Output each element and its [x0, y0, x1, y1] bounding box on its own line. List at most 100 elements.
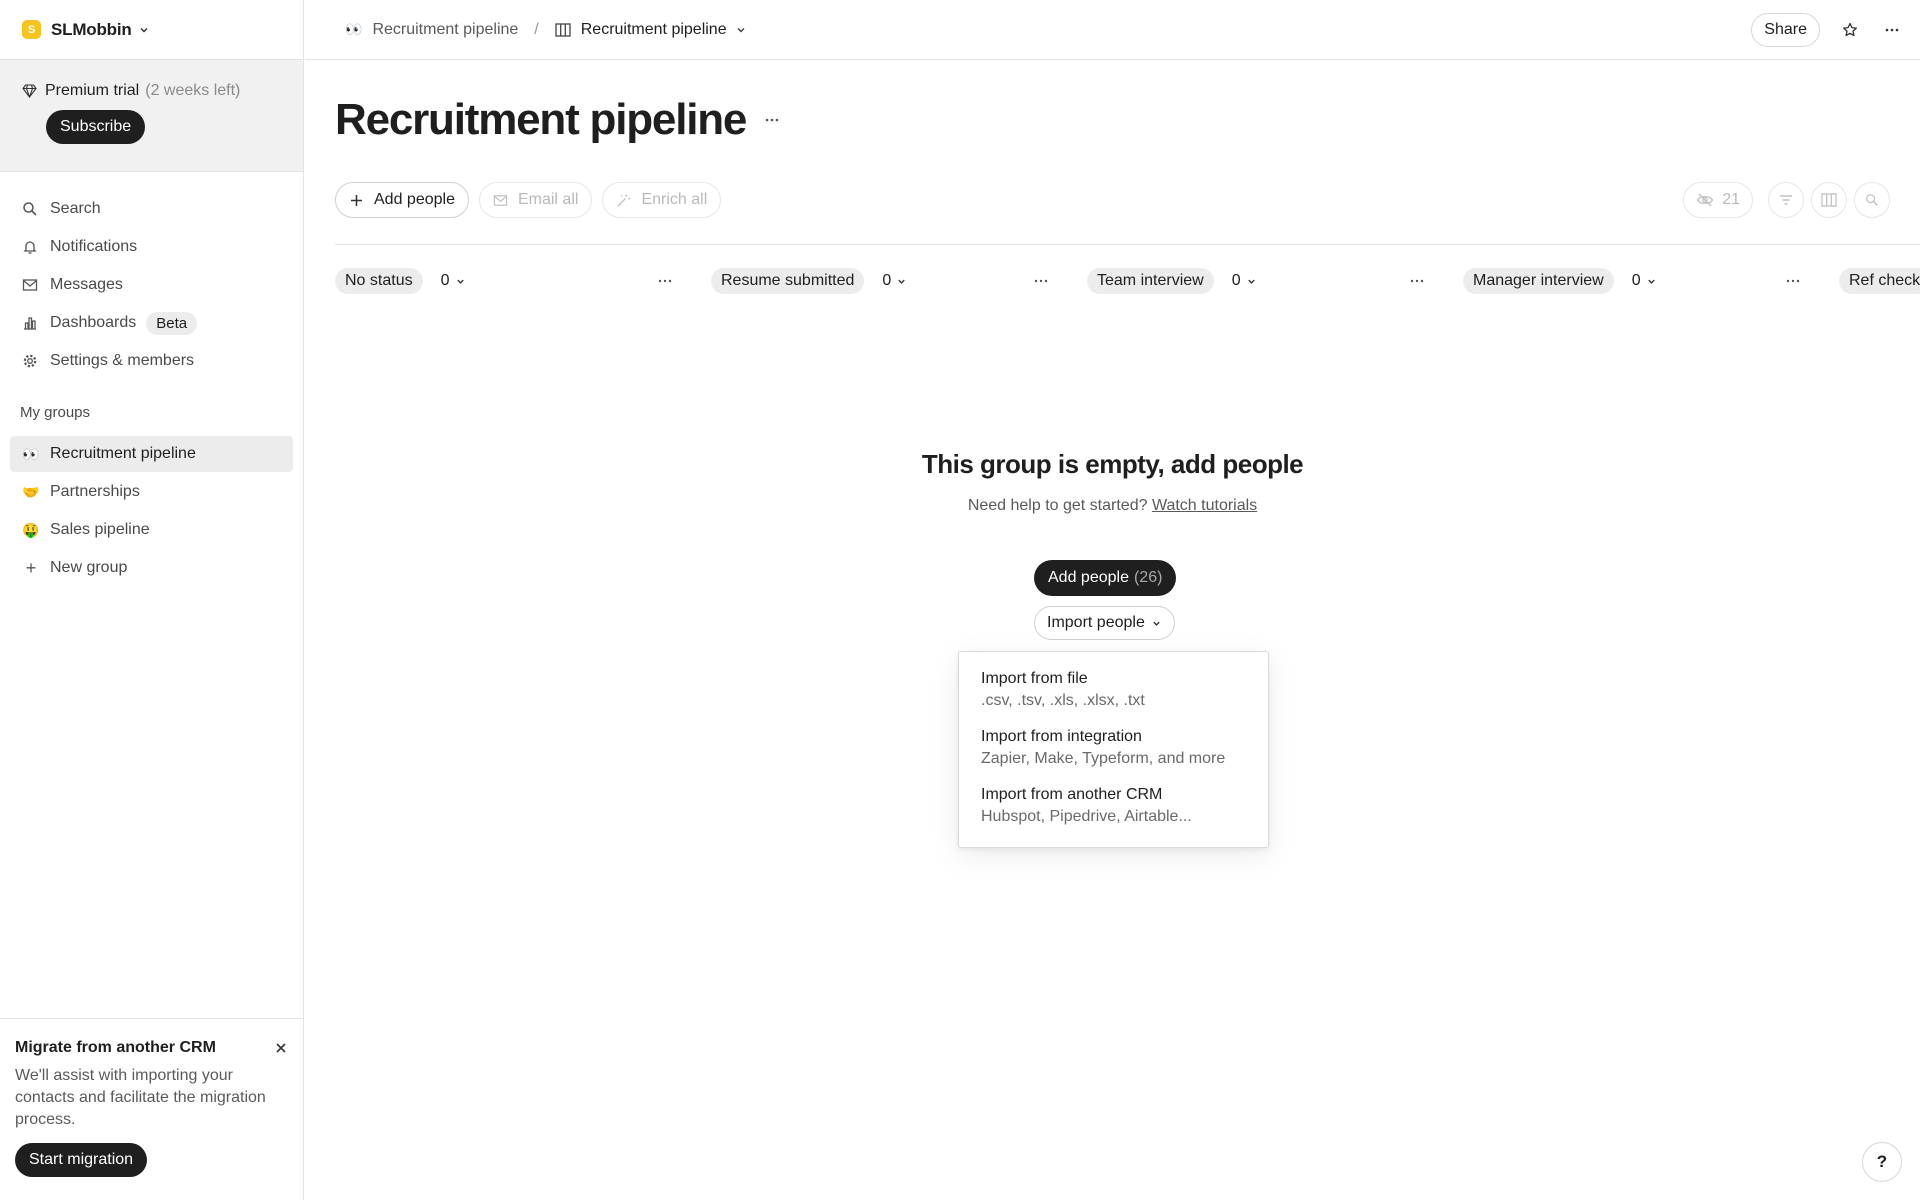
help-text: Need help to get started? — [967, 497, 1148, 514]
new-group-label: New group — [50, 559, 128, 576]
column-count[interactable]: 0 — [1632, 272, 1657, 290]
chevron-down-icon — [1646, 276, 1657, 287]
migrate-title: Migrate from another CRM — [15, 1039, 216, 1056]
status-pill[interactable]: Resume submitted — [711, 268, 865, 294]
columns-icon[interactable] — [1811, 182, 1847, 218]
sidebar-item-recruitment-pipeline[interactable]: 👀 Recruitment pipeline — [10, 436, 293, 472]
board-columns: No status 0 Resume submitted 0 Team inte… — [335, 264, 1920, 298]
status-pill[interactable]: No status — [335, 268, 423, 294]
plus-icon — [349, 193, 364, 208]
workspace-logo: S — [22, 20, 41, 39]
column-header-no-status: No status 0 — [335, 264, 466, 298]
view-switcher[interactable]: Recruitment pipeline — [555, 21, 747, 39]
chevron-down-icon — [735, 24, 747, 36]
trial-label: Premium trial — [45, 82, 140, 99]
help-button[interactable]: ? — [1862, 1142, 1902, 1182]
subscribe-button[interactable]: Subscribe — [46, 110, 146, 144]
menu-item-subtitle: Hubspot, Pipedrive, Airtable... — [981, 808, 1192, 825]
sidebar-item-sales-pipeline[interactable]: 🤑 Sales pipeline — [10, 512, 293, 548]
plus-icon: + — [25, 557, 37, 578]
sidebar-item-partnerships[interactable]: 🤝 Partnerships — [10, 474, 293, 510]
star-icon[interactable] — [1836, 16, 1864, 44]
group-label: Recruitment pipeline — [50, 445, 196, 462]
column-header-manager-interview: Manager interview 0 — [1463, 264, 1657, 298]
column-count[interactable]: 0 — [1232, 272, 1257, 290]
import-people-button[interactable]: Import people — [1034, 606, 1175, 640]
breadcrumb-group-label: Recruitment pipeline — [372, 20, 519, 38]
nav-item-settings[interactable]: Settings & members — [0, 342, 303, 380]
enrich-all-button[interactable]: Enrich all — [602, 182, 722, 218]
column-more-icon[interactable] — [1033, 273, 1049, 289]
status-pill[interactable]: Manager interview — [1463, 268, 1614, 294]
more-icon[interactable] — [1878, 16, 1906, 44]
add-people-toolbar-button[interactable]: Add people — [335, 182, 469, 218]
button-label: Add people — [1048, 569, 1129, 586]
mail-icon — [493, 193, 508, 208]
email-all-button[interactable]: Email all — [478, 182, 593, 218]
toolbar-divider — [335, 244, 1920, 245]
view-controls: 21 — [1683, 182, 1890, 218]
menu-item-import-crm[interactable]: Import from another CRM Hubspot, Pipedri… — [959, 784, 1268, 842]
menu-item-import-file[interactable]: Import from file .csv, .tsv, .xls, .xlsx… — [959, 668, 1268, 726]
close-icon[interactable] — [274, 1041, 288, 1055]
kanban-board-icon — [555, 22, 571, 37]
group-label: Partnerships — [50, 483, 140, 500]
menu-item-title: Import from file — [981, 670, 1088, 687]
hidden-fields-button[interactable]: 21 — [1683, 182, 1753, 218]
share-button[interactable]: Share — [1751, 13, 1820, 47]
button-label: Email all — [517, 191, 579, 208]
migrate-description: We'll assist with importing your contact… — [15, 1067, 266, 1128]
count-value: 0 — [1231, 272, 1241, 289]
column-header-ref-check: Ref check — [1839, 264, 1920, 298]
column-more-icon[interactable] — [1409, 273, 1425, 289]
filter-icon[interactable] — [1768, 182, 1804, 218]
top-actions: Share — [1751, 0, 1920, 60]
magic-wand-icon — [616, 193, 631, 208]
nav-item-search[interactable]: Search — [0, 190, 303, 228]
sidebar: S SLMobbin Premium trial (2 weeks left) … — [0, 0, 304, 1200]
my-groups-heading: My groups — [20, 404, 91, 421]
start-migration-button[interactable]: Start migration — [15, 1143, 148, 1177]
menu-item-subtitle: .csv, .tsv, .xls, .xlsx, .txt — [981, 692, 1145, 709]
nav-item-messages[interactable]: Messages — [0, 266, 303, 304]
empty-state-title: This group is empty, add people — [921, 449, 1304, 479]
column-more-icon[interactable] — [657, 273, 673, 289]
main-content: Recruitment pipeline Add people Email al… — [305, 61, 1920, 1200]
breadcrumb-separator: / — [534, 20, 539, 38]
button-label: Import people — [1047, 614, 1145, 631]
top-bar: 👀 Recruitment pipeline / Recruitment pip… — [305, 0, 1920, 60]
empty-state-help: Need help to get started? Watch tutorial… — [305, 497, 1920, 515]
eyes-icon: 👀 — [22, 445, 40, 462]
diamond-icon — [22, 84, 37, 98]
group-list: 👀 Recruitment pipeline 🤝 Partnerships 🤑 … — [0, 436, 303, 586]
new-group-button[interactable]: + New group — [10, 550, 293, 586]
page-title: Recruitment pipeline — [335, 95, 747, 144]
search-icon[interactable] — [1854, 182, 1890, 218]
menu-item-subtitle: Zapier, Make, Typeform, and more — [981, 750, 1226, 767]
column-more-icon[interactable] — [1785, 273, 1801, 289]
status-pill[interactable]: Team interview — [1087, 268, 1214, 294]
column-count[interactable]: 0 — [882, 272, 907, 290]
view-label: Recruitment pipeline — [580, 20, 727, 38]
menu-item-title: Import from another CRM — [981, 786, 1163, 803]
watch-tutorials-link[interactable]: Watch tutorials — [1152, 497, 1257, 514]
count-value: 0 — [882, 272, 892, 289]
nav-label: Search — [50, 200, 101, 217]
chevron-down-icon — [896, 276, 907, 287]
hidden-count: 21 — [1722, 191, 1740, 208]
nav-item-notifications[interactable]: Notifications — [0, 228, 303, 266]
chevron-down-icon — [1151, 618, 1162, 629]
status-pill[interactable]: Ref check — [1839, 268, 1920, 294]
breadcrumb-group[interactable]: 👀 Recruitment pipeline — [345, 21, 518, 39]
chevron-down-icon — [1246, 276, 1257, 287]
trial-remaining: (2 weeks left) — [145, 82, 241, 99]
nav-label: Settings & members — [50, 352, 195, 369]
mail-icon — [22, 277, 38, 293]
more-icon[interactable] — [764, 112, 780, 128]
chevron-down-icon — [138, 24, 150, 36]
nav-item-dashboards[interactable]: Dashboards Beta — [0, 304, 303, 342]
column-count[interactable]: 0 — [441, 272, 466, 290]
menu-item-import-integration[interactable]: Import from integration Zapier, Make, Ty… — [959, 726, 1268, 784]
add-people-button[interactable]: Add people (26) — [1034, 560, 1177, 596]
workspace-switcher[interactable]: S SLMobbin — [0, 0, 303, 60]
